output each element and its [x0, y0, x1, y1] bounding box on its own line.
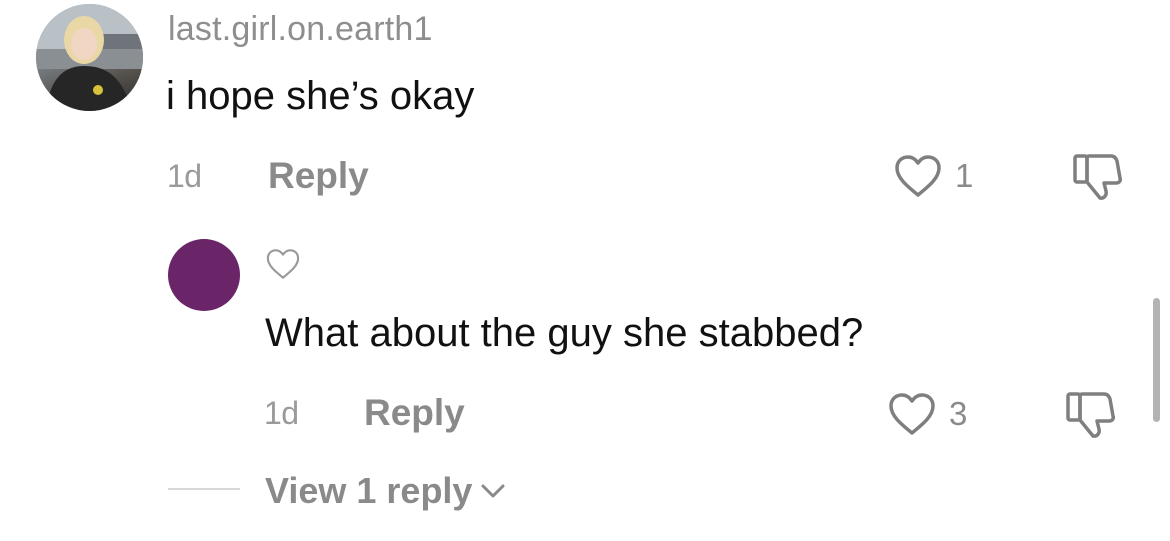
comments-panel: last.girl.on.earth1 i hope she’s okay 1d…	[0, 0, 1170, 541]
avatar[interactable]	[36, 4, 143, 111]
reply-button[interactable]: Reply	[268, 155, 369, 197]
reply-dislike-button[interactable]	[1064, 390, 1118, 445]
dislike-button[interactable]	[1071, 152, 1125, 207]
chevron-down-icon	[481, 484, 505, 498]
small-heart-outline-icon	[266, 249, 300, 279]
scrollbar[interactable]	[1153, 298, 1160, 422]
reply-timestamp: 1d	[264, 395, 299, 431]
avatar-photo	[36, 4, 143, 111]
reply-like-small[interactable]	[265, 247, 301, 286]
reply-like-count: 3	[949, 395, 968, 432]
heart-outline-icon	[895, 155, 941, 197]
comment-text: i hope she’s okay	[166, 74, 475, 118]
view-replies-label: View 1 reply	[265, 470, 473, 511]
like-count: 1	[955, 157, 974, 194]
reply-to-reply-button[interactable]: Reply	[364, 392, 465, 434]
comment-timestamp: 1d	[167, 158, 202, 194]
like-button[interactable]: 1	[893, 153, 973, 199]
comment-username[interactable]: last.girl.on.earth1	[168, 10, 433, 49]
reply-like-button[interactable]: 3	[887, 391, 967, 437]
view-replies-button[interactable]: View 1 reply	[265, 470, 506, 512]
thumbs-down-icon	[1066, 392, 1115, 438]
thumbs-down-icon	[1073, 154, 1122, 200]
reply-text: What about the guy she stabbed?	[265, 311, 864, 355]
thread-divider	[168, 488, 240, 490]
heart-outline-icon	[889, 393, 935, 435]
reply-avatar[interactable]	[168, 239, 240, 311]
